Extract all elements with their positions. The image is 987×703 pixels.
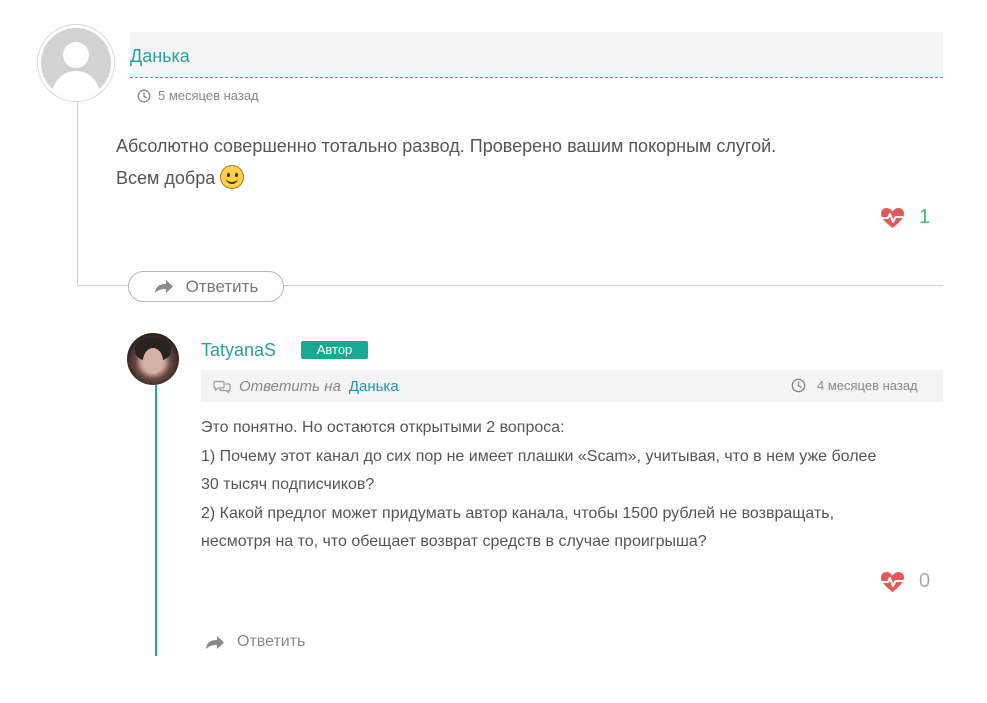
comment-text-line: 1) Почему этот канал до сих пор не имеет… [201, 447, 877, 465]
clock-icon [791, 378, 806, 393]
comments-icon [213, 380, 231, 394]
clock-icon [137, 89, 151, 102]
comment-text-line: 2) Какой предлог может придумать автор к… [201, 504, 835, 522]
comment-time-text: 5 месяцев назад [158, 88, 259, 103]
avatar-danka [37, 24, 115, 102]
comment-time-text: 4 месяцев назад [817, 378, 918, 393]
default-avatar-icon [51, 42, 101, 98]
comment-text-line: Абсолютно совершенно тотально развод. Пр… [116, 136, 777, 156]
smiley-icon [220, 165, 245, 189]
like-button[interactable]: 0 [880, 570, 930, 593]
comment-text-line: 30 тысяч подписчиков? [201, 476, 375, 493]
heart-pulse-icon [881, 207, 904, 228]
like-count: 0 [919, 570, 931, 592]
heart-pulse-icon [881, 571, 904, 592]
comment-text: Всем добра [116, 168, 216, 188]
like-count: 1 [919, 206, 931, 228]
reply-arrow-icon [206, 635, 224, 649]
reply-to-label: Ответить на [239, 378, 341, 395]
reply-to-link[interactable]: Данька [349, 378, 399, 395]
thread-line [77, 100, 78, 286]
author-badge: Автор [301, 341, 368, 359]
comment-text-line: несмотря на то, что обещает возврат сред… [201, 533, 707, 550]
reply-button[interactable]: Ответить [128, 271, 284, 302]
comment-body: Это понятно. Но остаются открытыми 2 воп… [201, 414, 946, 557]
thread-line [155, 385, 157, 656]
reply-button[interactable]: Ответить [205, 633, 305, 651]
reply-to: Ответить на Данька [213, 378, 399, 395]
reply-arrow-icon [154, 280, 173, 293]
comment-body: Абсолютно совершенно тотально развод. Пр… [116, 130, 936, 194]
comment-author[interactable]: Данька [130, 46, 190, 67]
comment-text-line-2: Всем добра [116, 162, 936, 194]
reply-button-label: Ответить [237, 633, 306, 650]
reply-button-label: Ответить [185, 276, 259, 296]
comment-text-line: Это понятно. Но остаются открытыми 2 воп… [201, 419, 565, 436]
comment-time: 4 месяцев назад [791, 378, 918, 393]
comment-meta-bar: Ответить на Данька 4 месяцев назад [201, 370, 943, 402]
comment-time: 5 месяцев назад [137, 88, 259, 103]
user-photo [127, 333, 179, 385]
comment-header: Данька [130, 32, 943, 78]
comment-author[interactable]: TatyanaS [201, 340, 276, 361]
like-button[interactable]: 1 [880, 206, 930, 229]
